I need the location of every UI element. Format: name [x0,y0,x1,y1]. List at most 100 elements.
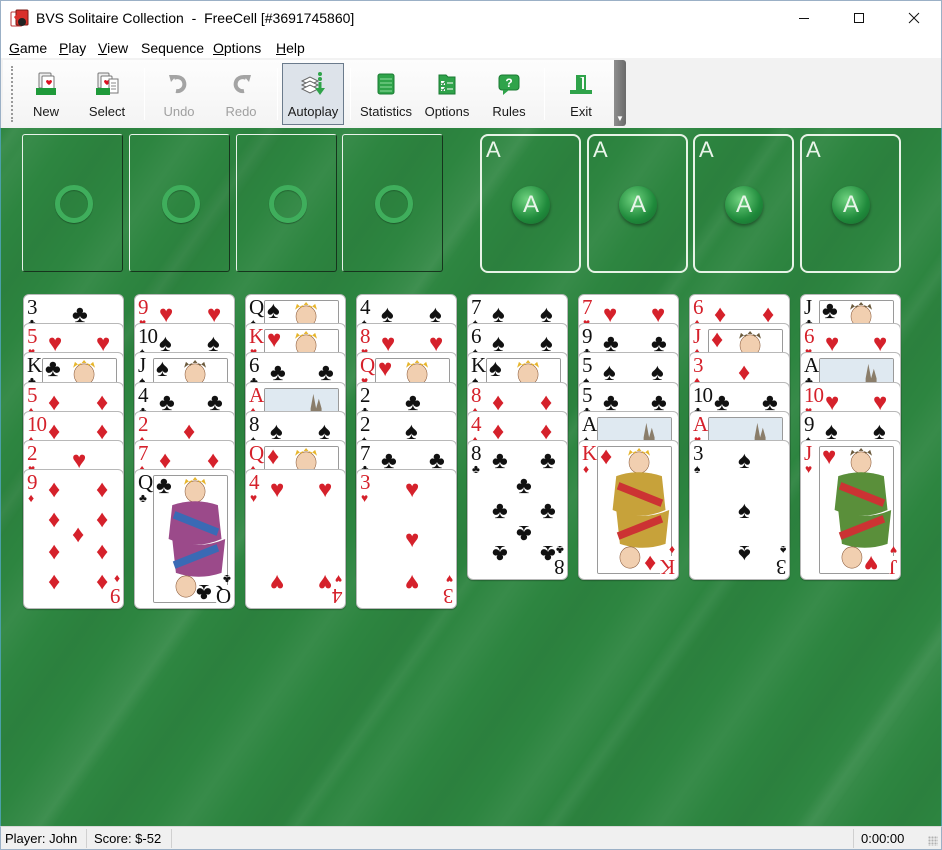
free-cell[interactable] [342,134,443,272]
menu-play[interactable]: Play [59,40,86,56]
spades-suit-icon: ♠ [738,447,751,474]
menu-view[interactable]: View [98,40,128,56]
rules-button[interactable]: ? Rules [483,64,535,124]
diamonds-suit-icon: ♦ [28,491,35,506]
free-cell[interactable] [129,134,230,272]
toolbar-overflow-button[interactable]: ▼ [614,60,626,126]
minimize-button[interactable] [781,1,827,35]
card-rank: 3 [27,295,37,319]
undo-icon [165,70,193,98]
card-rank: 3 [693,441,703,465]
clubs-suit-icon: ♣ [156,472,172,500]
card-rank: 8 [249,411,259,436]
redo-button[interactable]: Redo [215,64,267,124]
card-rank: A [693,411,708,436]
maximize-button[interactable] [836,1,882,35]
svg-text:?: ? [505,76,512,90]
menu-sequence[interactable]: Sequence [141,40,204,56]
clubs-suit-icon: ♣ [822,297,838,324]
autoplay-button[interactable]: Autoplay [282,63,344,125]
menu-help-rest: elp [286,40,305,56]
exit-button-label: Exit [570,104,592,119]
playing-card[interactable]: 3 ♥ ♥ ♥ ♥ 3 ♥ [356,469,457,610]
hearts-suit-icon: ♥ [318,569,333,597]
playing-card[interactable]: Q ♣ ♣ Q ♣ ♣ [134,469,235,610]
autoplay-button-label: Autoplay [287,104,339,119]
undo-button[interactable]: Undo [153,64,205,124]
card-rank: A [804,353,819,378]
window-title: BVS Solitaire Collection - FreeCell [#36… [36,10,355,26]
card-rank: 2 [360,411,370,436]
playing-card[interactable]: 4 ♥ ♥ ♥ ♥ ♥ 4 ♥ [245,469,346,610]
redo-icon [227,70,255,98]
diamonds-suit-icon: ♦ [96,506,109,534]
empty-cell-ring-icon [375,185,413,223]
new-game-icon [32,70,60,98]
hearts-suit-icon: ♥ [334,572,342,587]
menu-help[interactable]: Help [276,40,305,56]
options-button[interactable]: Options [419,64,475,124]
clubs-suit-icon: ♣ [196,579,212,607]
exit-button[interactable]: Exit [555,64,607,124]
free-cell[interactable] [236,134,337,272]
card-rank: 6 [249,353,259,378]
player-status: Player: John [5,831,78,846]
select-button[interactable]: Select [81,64,133,124]
card-rank: Q [249,441,264,465]
rules-button-label: Rules [492,104,526,119]
diamonds-suit-icon: ♦ [643,550,656,577]
clubs-suit-icon: ♣ [492,497,508,524]
playing-card[interactable]: 8 ♣ ♣ ♣ ♣ ♣ ♣ ♣ ♣ ♣ 8 ♣ [467,440,568,580]
playing-card[interactable]: J ♥ ♥ J ♥ ♥ [800,440,901,580]
card-rank: K [27,353,42,378]
minimize-icon [799,18,809,19]
statistics-button[interactable]: Statistics [356,64,416,124]
game-table: A A A A A A A A 3♣♣5♥♥♥ K♣♣5♦♦♦10♦♦♦2♥♥9… [0,128,942,826]
card-rank: 2 [138,411,148,436]
free-cell[interactable] [22,134,123,272]
card-rank: Q [138,470,153,495]
card-rank: K [471,353,486,378]
foundation-pile[interactable]: A A [480,134,581,273]
card-rank: 3 [360,470,370,495]
toolbar-grip[interactable] [11,66,13,122]
foundation-pile[interactable]: A A [693,134,794,273]
clubs-suit-icon: ♣ [516,472,532,499]
card-rank: 10 [27,411,47,436]
menu-game[interactable]: Game [9,40,47,56]
playing-card[interactable]: K ♦ ♦ K ♦ ♦ [578,440,679,580]
close-button[interactable] [891,1,937,35]
menu-options[interactable]: Options [213,40,261,56]
spades-suit-icon: ♠ [779,543,786,557]
clubs-suit-icon: ♣ [516,520,532,547]
playing-card[interactable]: 9 ♦ ♦ ♦ ♦ ♦ ♦ ♦ ♦ ♦ ♦ 9 ♦ [23,469,124,610]
foundation-pile[interactable]: A A [800,134,901,273]
diamonds-suit-icon: ♦ [96,539,109,567]
diamonds-suit-icon: ♦ [668,543,675,557]
toolbar-area: New Select Undo Redo Autoplay Statistics… [0,58,942,128]
card-rank: 5 [582,353,592,378]
clubs-suit-icon: ♣ [139,491,147,506]
hearts-suit-icon: ♥ [805,462,813,476]
foundation-pile[interactable]: A A [587,134,688,273]
toolbar: New Select Undo Redo Autoplay Statistics… [3,60,623,126]
empty-cell-ring-icon [269,185,307,223]
rules-icon: ? [495,70,523,98]
hearts-suit-icon: ♥ [318,476,333,504]
menu-game-mnemonic: G [9,40,20,56]
spades-suit-icon: ♠ [267,297,280,324]
statistics-icon [372,70,400,98]
card-rank: 5 [27,382,37,407]
card-rank: 4 [471,411,481,436]
card-rank: J [693,324,701,349]
card-rank: 6 [471,324,481,349]
card-rank-bottom: 8 [553,555,565,579]
playing-card[interactable]: 3 ♠ ♠ ♠ ♠ 3 ♠ [689,440,790,580]
new-button[interactable]: New [21,64,71,124]
toolbar-separator [277,68,278,120]
menu-options-mnemonic: O [213,40,224,56]
card-rank: 2 [360,382,370,407]
new-button-label: New [32,104,59,119]
resize-grip[interactable] [928,836,938,846]
foundation-corner-label: A [806,137,821,162]
